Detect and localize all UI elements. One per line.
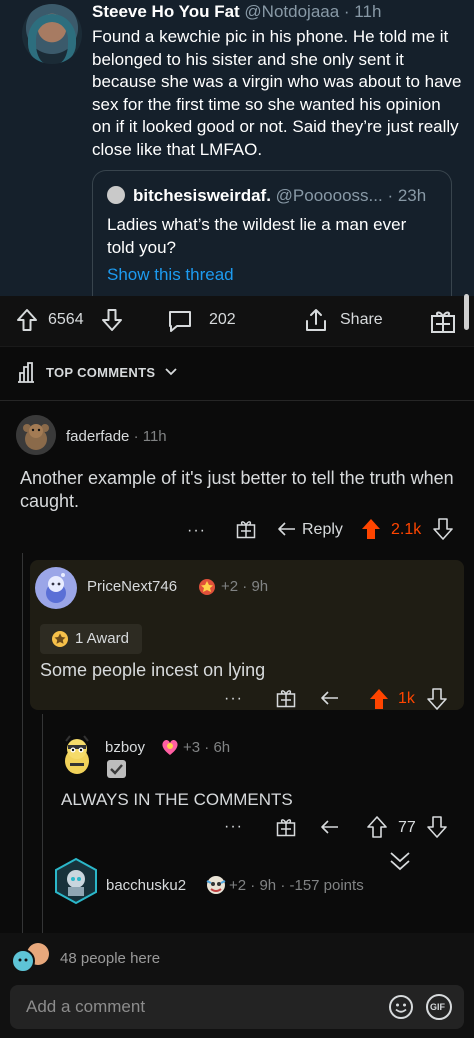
- gif-label: GIF: [430, 1002, 445, 1012]
- quoted-tweet: bitchesisweirdaf. @Poooooss... · 23h Lad…: [92, 170, 452, 300]
- reply-button[interactable]: Reply: [302, 521, 343, 539]
- people-here-count: 48 people here: [60, 950, 161, 967]
- downvote-icon[interactable]: [427, 816, 447, 838]
- divider: [0, 400, 474, 401]
- emoji-icon[interactable]: [388, 994, 414, 1020]
- sort-selector[interactable]: TOP COMMENTS: [46, 365, 155, 380]
- award-badge[interactable]: 1 Award: [40, 624, 142, 654]
- award-icon: [197, 576, 217, 596]
- comment-text: Another example of it's just better to t…: [20, 468, 454, 511]
- award-count: +2: [221, 578, 239, 595]
- upvote-icon[interactable]: [367, 816, 387, 838]
- comment-text: ALWAYS IN THE COMMENTS: [61, 790, 293, 809]
- share-button[interactable]: Share: [340, 311, 383, 329]
- award-label: 1 Award: [75, 630, 129, 647]
- add-comment-input[interactable]: Add a comment GIF: [10, 985, 464, 1029]
- award-gift-icon[interactable]: [276, 688, 296, 708]
- show-thread-link: Show this thread: [107, 265, 234, 284]
- comment-header: PriceNext746: [87, 578, 177, 595]
- more-options-button[interactable]: ···: [224, 690, 243, 708]
- comment-username[interactable]: bacchusku2: [106, 877, 186, 894]
- quote-author-name: bitchesisweirdaf.: [133, 186, 271, 205]
- quote-author-avatar: [107, 186, 125, 204]
- comment-meta: +3 · 6h: [183, 739, 230, 756]
- downvote-icon[interactable]: [427, 688, 447, 710]
- reply-icon[interactable]: [320, 818, 340, 836]
- sort-trophy-icon: [14, 360, 38, 384]
- reply-icon[interactable]: [277, 520, 297, 538]
- comment-username[interactable]: faderfade: [66, 428, 129, 445]
- tweet-author-handle: @Notdojaaa: [244, 2, 340, 21]
- downvote-icon[interactable]: [433, 518, 453, 540]
- sort-label: TOP COMMENTS: [46, 365, 156, 380]
- post-action-bar: 6564 202 Share: [0, 296, 474, 346]
- tweet-author-name: Steeve Ho You Fat: [92, 2, 240, 21]
- award-gift-icon[interactable]: [236, 519, 256, 539]
- scrollbar[interactable]: [464, 294, 469, 330]
- avatar[interactable]: [16, 415, 56, 455]
- tweet-author-avatar: [22, 4, 82, 64]
- award-gift-icon[interactable]: [430, 308, 456, 334]
- comments-icon[interactable]: [167, 308, 193, 334]
- comment-username[interactable]: bzboy: [105, 739, 145, 756]
- avatar[interactable]: [35, 567, 77, 609]
- avatar[interactable]: [56, 735, 98, 777]
- more-options-button[interactable]: ···: [224, 818, 243, 836]
- comment-score: 1k: [398, 690, 415, 707]
- comment-time: · 9h: [242, 578, 269, 595]
- award-icon: [205, 875, 227, 895]
- comment-meta: +2 · 9h: [221, 578, 268, 595]
- tweet-screenshot: Steeve Ho You Fat @Notdojaaa · 11h Found…: [0, 0, 474, 300]
- tweet-text: Found a kewchie pic in his phone. He tol…: [92, 27, 462, 159]
- upvote-icon[interactable]: [369, 688, 389, 710]
- more-options-button[interactable]: ···: [187, 522, 206, 540]
- comment-text: Some people incest on lying: [40, 660, 266, 680]
- quote-text: Ladies what’s the wildest lie a man ever…: [107, 215, 407, 257]
- comment-score: 2.1k: [391, 521, 422, 538]
- award-count: +3: [183, 739, 201, 756]
- award-icon: [160, 737, 180, 757]
- add-comment-placeholder: Add a comment: [26, 997, 146, 1016]
- quote-header: bitchesisweirdaf. @Poooooss... · 23h: [133, 186, 426, 206]
- award-gift-icon[interactable]: [276, 817, 296, 837]
- tweet-header: Steeve Ho You Fat @Notdojaaa · 11h: [92, 2, 381, 22]
- quote-time: · 23h: [387, 186, 427, 205]
- post-score: 6564: [48, 311, 84, 328]
- comment-score: 77: [398, 819, 416, 836]
- gif-icon[interactable]: GIF: [426, 994, 452, 1020]
- award-count: +2: [229, 877, 247, 894]
- comment-count: 202: [209, 311, 236, 328]
- checkmark-icon: [107, 760, 126, 778]
- quote-author-handle: @Poooooss...: [275, 186, 383, 205]
- collapse-thread-icon[interactable]: [388, 850, 412, 872]
- comment-username[interactable]: PriceNext746: [87, 578, 177, 595]
- downvote-icon[interactable]: [101, 308, 123, 332]
- comment-meta: +2 · 9h · -157 points: [229, 877, 364, 894]
- thread-line[interactable]: [42, 714, 43, 933]
- comment-header: bacchusku2: [106, 877, 186, 894]
- thread-line[interactable]: [22, 553, 23, 933]
- comment-header: faderfade · 11h: [66, 428, 167, 445]
- comment-time: · 9h: [250, 877, 277, 894]
- people-here-avatars: [10, 941, 52, 973]
- upvote-icon[interactable]: [361, 518, 381, 540]
- chevron-down-icon[interactable]: [164, 367, 178, 377]
- comment-time: · 6h: [204, 739, 231, 756]
- avatar[interactable]: [52, 857, 100, 905]
- share-icon[interactable]: [303, 307, 329, 333]
- comment-points: · -157 points: [280, 877, 364, 894]
- upvote-icon[interactable]: [16, 308, 38, 332]
- reply-icon[interactable]: [320, 689, 340, 707]
- award-icon: [51, 630, 69, 648]
- comment-header: bzboy: [105, 739, 145, 756]
- tweet-time: · 11h: [343, 2, 382, 21]
- divider: [0, 346, 474, 347]
- comment-time: · 11h: [133, 428, 167, 445]
